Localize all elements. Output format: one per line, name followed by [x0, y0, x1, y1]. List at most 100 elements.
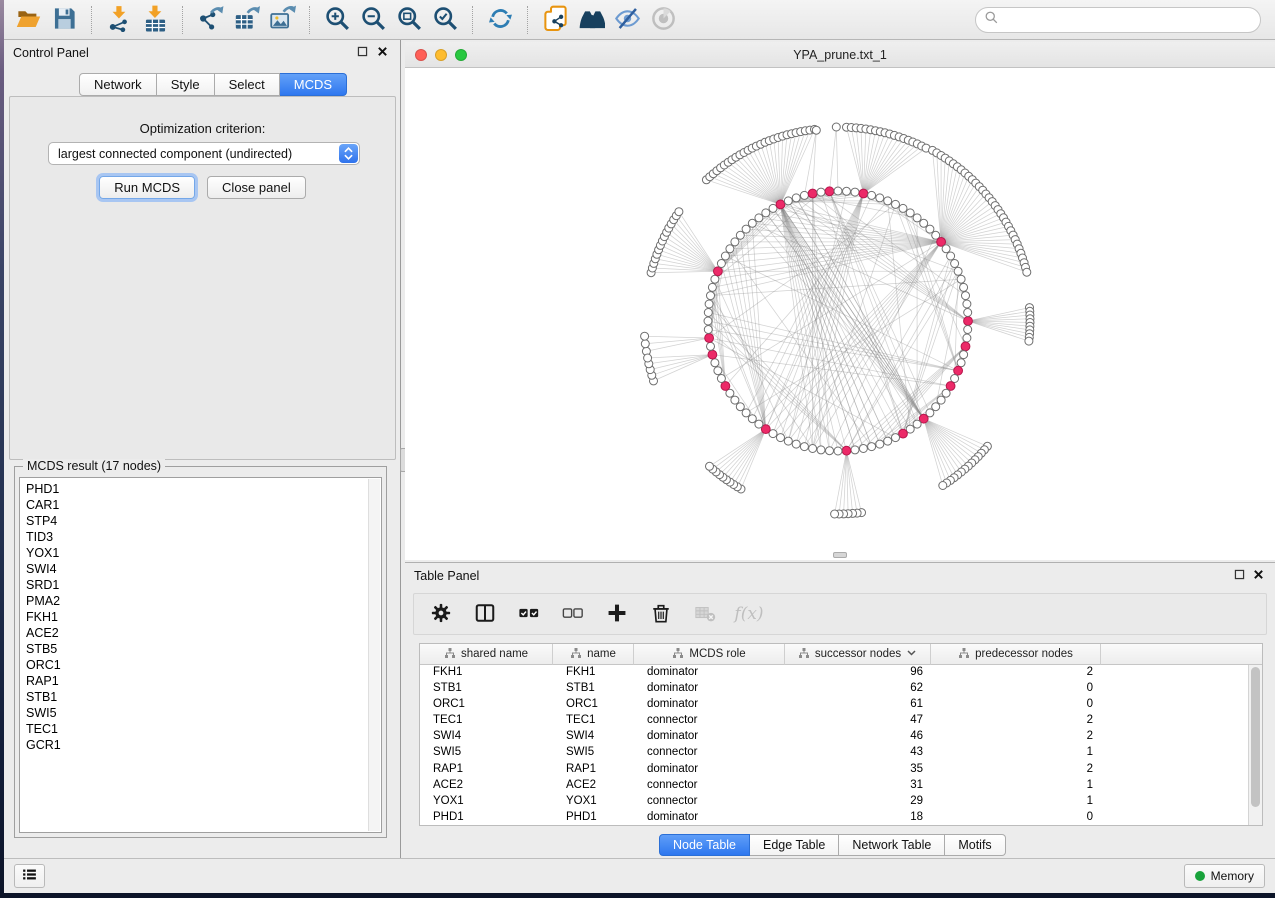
mcds-result-item[interactable]: FKH1 [26, 609, 381, 625]
mcds-result-item[interactable]: STB1 [26, 689, 381, 705]
network-node[interactable] [704, 317, 712, 325]
network-node[interactable] [884, 197, 892, 205]
network-node[interactable] [675, 208, 683, 216]
network-node[interactable] [711, 359, 719, 367]
network-node[interactable] [960, 351, 968, 359]
network-node[interactable] [817, 446, 825, 454]
network-node[interactable] [762, 209, 770, 217]
save-session-button[interactable] [48, 4, 80, 36]
mcds-node[interactable] [899, 429, 908, 438]
close-panel-button[interactable] [374, 45, 390, 61]
column-header-MCDS-role[interactable]: MCDS role [634, 644, 785, 665]
toggle-columns-button[interactable] [472, 601, 498, 627]
table-row[interactable]: SWI4SWI4dominator462 [420, 729, 1262, 745]
open-session-button[interactable] [12, 4, 44, 36]
network-node[interactable] [748, 415, 756, 423]
mcds-result-item[interactable]: ACE2 [26, 625, 381, 641]
network-node[interactable] [851, 446, 859, 454]
mcds-node[interactable] [859, 189, 868, 198]
network-node[interactable] [726, 245, 734, 253]
network-node[interactable] [812, 126, 820, 134]
mcds-result-item[interactable]: SWI4 [26, 561, 381, 577]
network-node[interactable] [932, 403, 940, 411]
table-scrollbar[interactable] [1248, 665, 1262, 825]
refresh-layout-button[interactable] [484, 4, 516, 36]
select-all-rows-button[interactable] [516, 601, 542, 627]
network-node[interactable] [707, 342, 715, 350]
network-node[interactable] [736, 403, 744, 411]
network-node[interactable] [963, 300, 971, 308]
network-node[interactable] [792, 194, 800, 202]
network-node[interactable] [834, 447, 842, 455]
mcds-node[interactable] [954, 366, 963, 375]
mcds-node[interactable] [714, 267, 723, 276]
network-node[interactable] [876, 440, 884, 448]
zoom-in-button[interactable] [321, 4, 353, 36]
network-node[interactable] [954, 267, 962, 275]
table-row[interactable]: SWI5SWI5connector431 [420, 745, 1262, 761]
network-node[interactable] [851, 188, 859, 196]
mcds-result-item[interactable]: CAR1 [26, 497, 381, 513]
network-node[interactable] [951, 260, 959, 268]
mcds-result-item[interactable]: ORC1 [26, 657, 381, 673]
column-header-successor-nodes[interactable]: successor nodes [785, 644, 931, 665]
hide-details-button[interactable] [611, 4, 643, 36]
table-row[interactable]: STB1STB1dominator620 [420, 681, 1262, 697]
mcds-result-item[interactable]: STB5 [26, 641, 381, 657]
mcds-node[interactable] [961, 342, 970, 351]
network-node[interactable] [892, 434, 900, 442]
network-node[interactable] [742, 225, 750, 233]
network-node[interactable] [714, 367, 722, 375]
network-node[interactable] [817, 188, 825, 196]
table-row[interactable]: TEC1TEC1connector472 [420, 713, 1262, 729]
deselect-all-rows-button[interactable] [560, 601, 586, 627]
close-table-panel-button[interactable] [1250, 568, 1266, 584]
run-mcds-button[interactable]: Run MCDS [99, 176, 195, 199]
network-node[interactable] [962, 292, 970, 300]
network-node[interactable] [641, 340, 649, 348]
mcds-result-item[interactable]: TEC1 [26, 721, 381, 737]
network-node[interactable] [1025, 337, 1033, 345]
network-node[interactable] [913, 214, 921, 222]
network-node[interactable] [755, 420, 763, 428]
network-node[interactable] [755, 214, 763, 222]
network-node[interactable] [826, 447, 834, 455]
table-row[interactable]: YOX1YOX1connector291 [420, 794, 1262, 810]
table-row[interactable]: PHD1PHD1dominator180 [420, 810, 1262, 826]
network-canvas[interactable] [405, 68, 1275, 560]
tab-motifs[interactable]: Motifs [945, 834, 1005, 856]
mcds-result-item[interactable]: STP4 [26, 513, 381, 529]
mcds-result-list[interactable]: PHD1CAR1STP4TID3YOX1SWI4SRD1PMA2FKH1ACE2… [19, 477, 382, 833]
search-box[interactable] [975, 7, 1261, 33]
memory-button[interactable]: Memory [1184, 864, 1265, 888]
import-network-button[interactable] [103, 4, 135, 36]
mcds-node[interactable] [705, 334, 714, 343]
network-node[interactable] [777, 434, 785, 442]
export-table-button[interactable] [230, 4, 262, 36]
network-node[interactable] [707, 292, 715, 300]
network-node[interactable] [937, 396, 945, 404]
network-node[interactable] [641, 332, 649, 340]
network-node[interactable] [1023, 268, 1031, 276]
network-node[interactable] [834, 187, 842, 195]
network-node[interactable] [876, 194, 884, 202]
network-node[interactable] [884, 437, 892, 445]
tab-network-table[interactable]: Network Table [839, 834, 945, 856]
zoom-selected-button[interactable] [429, 4, 461, 36]
network-node[interactable] [906, 209, 914, 217]
network-node[interactable] [644, 354, 652, 362]
network-node[interactable] [942, 245, 950, 253]
network-node[interactable] [704, 326, 712, 334]
mcds-node[interactable] [825, 187, 834, 196]
network-node[interactable] [711, 275, 719, 283]
mcds-result-item[interactable]: TID3 [26, 529, 381, 545]
tab-style[interactable]: Style [157, 73, 215, 96]
mcds-node[interactable] [776, 200, 785, 209]
network-node[interactable] [920, 219, 928, 227]
network-node[interactable] [792, 440, 800, 448]
network-node[interactable] [868, 191, 876, 199]
float-table-panel-button[interactable] [1231, 568, 1247, 584]
column-header-shared-name[interactable]: shared name [420, 644, 553, 665]
network-node[interactable] [800, 443, 808, 451]
table-row[interactable]: ORC1ORC1dominator610 [420, 697, 1262, 713]
